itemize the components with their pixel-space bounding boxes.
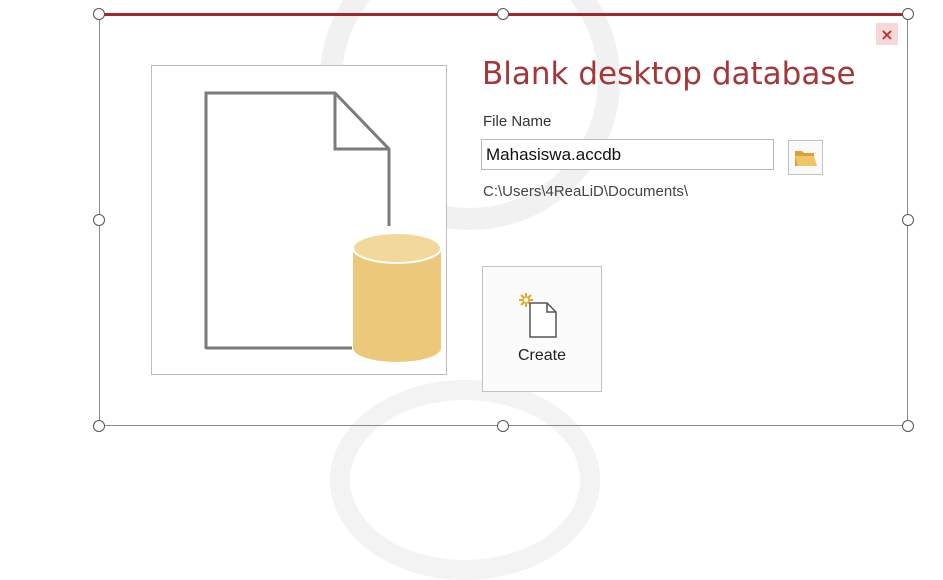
file-path: C:\Users\4ReaLiD\Documents\	[483, 183, 689, 200]
resize-handle-middle-left[interactable]	[93, 214, 105, 226]
close-button[interactable]: ×	[876, 23, 898, 45]
file-name-input[interactable]	[481, 139, 774, 170]
resize-handle-bottom-right[interactable]	[902, 420, 914, 432]
resize-handle-top-left[interactable]	[93, 8, 105, 20]
new-document-icon	[519, 293, 557, 338]
resize-handle-bottom-center[interactable]	[497, 420, 509, 432]
resize-handle-top-right[interactable]	[902, 8, 914, 20]
create-button[interactable]: Create	[482, 266, 602, 392]
dialog-title: Blank desktop database	[482, 56, 856, 92]
resize-handle-top-center[interactable]	[497, 8, 509, 20]
file-name-label: File Name	[483, 113, 552, 130]
resize-handle-bottom-left[interactable]	[93, 420, 105, 432]
browse-button[interactable]	[788, 140, 823, 175]
database-preview	[151, 65, 447, 375]
document-database-icon	[204, 91, 442, 362]
resize-handle-middle-right[interactable]	[902, 214, 914, 226]
close-icon: ×	[880, 24, 894, 44]
folder-icon	[794, 150, 817, 166]
create-label: Create	[517, 347, 567, 364]
